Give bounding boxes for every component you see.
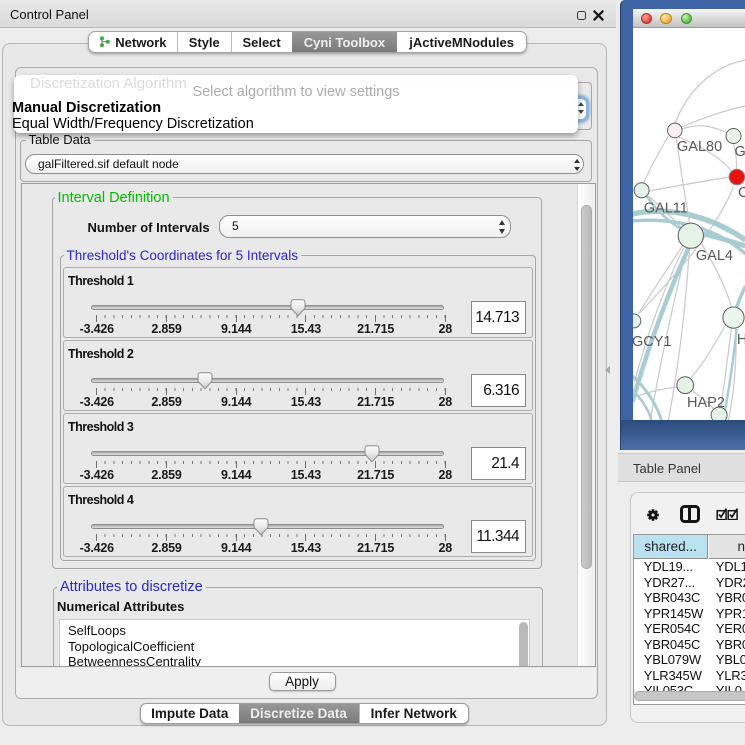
svg-text:GAL4: GAL4 [695,248,732,264]
svg-text:HAP2: HAP2 [687,395,725,411]
svg-text:GA: GA [734,144,745,160]
svg-text:C: C [738,185,745,201]
svg-text:GCY1: GCY1 [633,334,672,350]
svg-text:GAL11: GAL11 [643,200,687,216]
svg-text:GAL80: GAL80 [677,139,722,155]
svg-text:H: H [736,332,745,348]
